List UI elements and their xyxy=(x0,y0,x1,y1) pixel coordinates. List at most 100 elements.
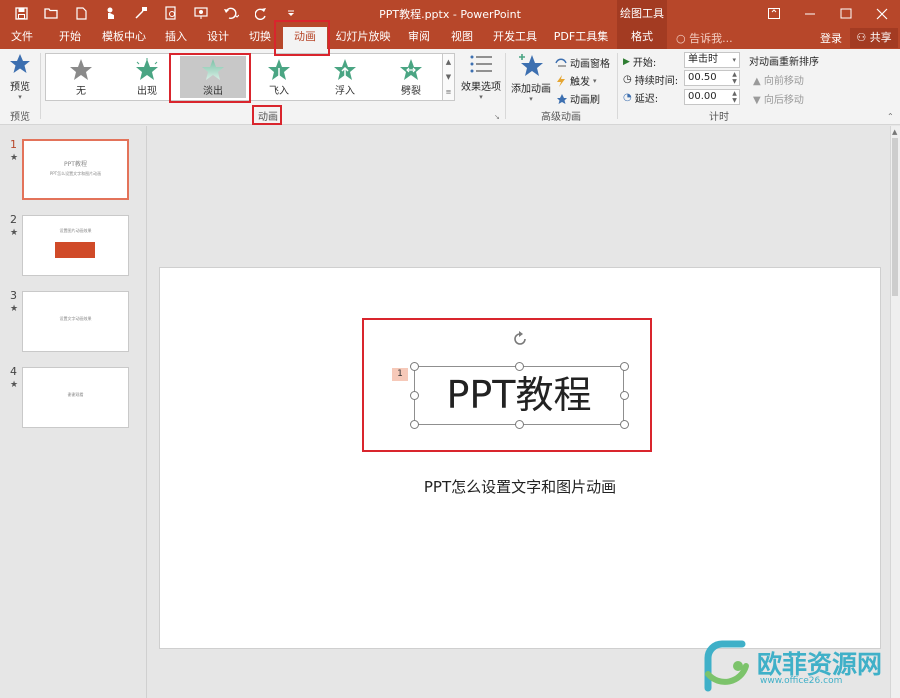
touch-mode-icon[interactable] xyxy=(96,4,126,22)
animation-gallery: 无 出现 淡出 飞入 浮入 劈裂 xyxy=(45,53,443,101)
slide-thumbnail-4[interactable]: 谢谢观看 xyxy=(22,367,129,428)
tell-me-box[interactable]: ○ 告诉我... xyxy=(676,30,733,46)
animation-pane-icon xyxy=(555,58,567,66)
resize-handle[interactable] xyxy=(620,391,629,400)
resize-handle[interactable] xyxy=(620,362,629,371)
format-painter-icon[interactable] xyxy=(126,4,156,22)
tab-review[interactable]: 审阅 xyxy=(400,27,438,49)
effect-options-button[interactable]: 效果选项 ▾ xyxy=(460,53,502,101)
preview-button[interactable]: 预览 ▾ xyxy=(4,53,36,101)
animation-order-tag[interactable]: 1 xyxy=(392,368,408,381)
preview-label: 预览 xyxy=(10,82,30,93)
anim-appear[interactable]: 出现 xyxy=(114,56,180,98)
tab-transitions[interactable]: 切换 xyxy=(242,27,278,49)
resize-handle[interactable] xyxy=(515,362,524,371)
resize-handle[interactable] xyxy=(410,362,419,371)
delay-value: 00.00 xyxy=(688,91,717,102)
collapse-ribbon-icon[interactable]: ⌃ xyxy=(887,112,894,121)
slideshow-icon[interactable] xyxy=(186,4,216,22)
tab-format[interactable]: 格式 xyxy=(617,27,667,49)
share-button[interactable]: ⚇ 共享 xyxy=(850,28,898,48)
redo-icon[interactable] xyxy=(246,4,276,22)
trigger-button[interactable]: 触发 ▾ xyxy=(555,73,597,88)
scroll-up-icon[interactable]: ▲ xyxy=(892,128,897,136)
tab-home[interactable]: 开始 xyxy=(50,27,90,49)
move-later-button[interactable]: ▼ 向后移动 xyxy=(753,91,804,106)
scroll-up-icon[interactable]: ▲ xyxy=(446,58,451,66)
tab-view[interactable]: 视图 xyxy=(443,27,481,49)
tab-design[interactable]: 设计 xyxy=(200,27,236,49)
anim-label: 淡出 xyxy=(203,86,223,97)
slide-thumbnail-1[interactable]: PPT教程 PPT怎么设置文字和图片动画 xyxy=(22,139,129,200)
undo-icon[interactable] xyxy=(216,4,246,22)
person-icon: ⚇ xyxy=(856,31,867,44)
customize-qat-icon[interactable] xyxy=(276,4,306,22)
tab-developer[interactable]: 开发工具 xyxy=(488,27,542,49)
dialog-launcher-icon[interactable]: ↘ xyxy=(494,113,500,121)
separator xyxy=(505,53,506,119)
add-animation-dropdown-icon: ▾ xyxy=(529,95,533,103)
resize-handle[interactable] xyxy=(410,391,419,400)
login-link[interactable]: 登录 xyxy=(820,30,842,46)
lightbulb-icon: ○ xyxy=(676,32,686,45)
arrow-up-icon: ▲ xyxy=(753,76,761,87)
separator xyxy=(40,53,41,119)
animation-painter-icon xyxy=(557,93,567,104)
duration-spinner[interactable]: ▲ ▼ xyxy=(730,71,739,85)
ribbon-display-icon[interactable] xyxy=(756,0,792,27)
start-label: 开始: xyxy=(632,58,657,69)
delay-input[interactable]: 00.00 ▲ ▼ xyxy=(684,89,740,105)
slide-canvas[interactable] xyxy=(159,267,881,649)
tab-pdf-tools[interactable]: PDF工具集 xyxy=(551,27,611,49)
print-preview-icon[interactable] xyxy=(156,4,186,22)
window-controls xyxy=(756,0,900,27)
tab-template-center[interactable]: 模板中心 xyxy=(96,27,152,49)
new-file-icon[interactable] xyxy=(66,4,96,22)
move-earlier-button[interactable]: ▲ 向前移动 xyxy=(753,72,804,87)
anim-split[interactable]: 劈裂 xyxy=(378,56,444,98)
duration-input[interactable]: 00.50 ▲ ▼ xyxy=(684,70,740,86)
anim-fade[interactable]: 淡出 xyxy=(180,56,246,98)
scroll-down-icon[interactable]: ▼ xyxy=(446,73,451,81)
resize-handle[interactable] xyxy=(410,420,419,429)
anim-label: 浮入 xyxy=(335,86,355,97)
slide-subtitle[interactable]: PPT怎么设置文字和图片动画 xyxy=(360,476,680,497)
start-select[interactable]: 单击时 ▾ xyxy=(684,52,740,68)
close-icon[interactable] xyxy=(864,0,900,27)
animation-pane-button[interactable]: 动画窗格 xyxy=(555,55,610,70)
effect-options-label: 效果选项 xyxy=(461,82,501,93)
open-folder-icon[interactable] xyxy=(36,4,66,22)
start-dropdown-icon[interactable]: ▾ xyxy=(732,53,736,67)
anim-fly-in[interactable]: 飞入 xyxy=(246,56,312,98)
slide-thumbnail-2[interactable]: 设置图片动画效果 xyxy=(22,215,129,276)
tab-insert[interactable]: 插入 xyxy=(158,27,194,49)
maximize-icon[interactable] xyxy=(828,0,864,27)
anim-label: 无 xyxy=(76,86,86,97)
scrollbar-thumb[interactable] xyxy=(892,138,898,296)
gallery-more-icon[interactable]: ≡ xyxy=(446,88,452,96)
duration-row: ◷ 持续时间: xyxy=(623,72,678,87)
reorder-title: 对动画重新排序 xyxy=(749,57,819,68)
group-label-animation: 动画 xyxy=(258,112,278,123)
resize-handle[interactable] xyxy=(620,420,629,429)
minimize-icon[interactable] xyxy=(792,0,828,27)
tab-slideshow[interactable]: 幻灯片放映 xyxy=(333,27,393,49)
slide-title[interactable]: PPT教程 xyxy=(414,366,624,425)
title-bar: PPT教程.pptx - PowerPoint 绘图工具 xyxy=(0,0,900,27)
slide-number: 3 xyxy=(10,289,17,302)
animation-painter-button[interactable]: 动画刷 xyxy=(555,91,600,106)
resize-handle[interactable] xyxy=(515,420,524,429)
add-animation-button[interactable]: 添加动画 ▾ xyxy=(509,53,553,103)
anim-none[interactable]: 无 xyxy=(48,56,114,98)
slide-thumbnail-3[interactable]: 设置文字动画效果 xyxy=(22,291,129,352)
anim-float-in[interactable]: 浮入 xyxy=(312,56,378,98)
rotate-handle-icon[interactable] xyxy=(511,330,529,348)
tab-animations[interactable]: 动画 xyxy=(283,27,327,49)
start-play-icon: ▶ xyxy=(623,56,630,67)
save-icon[interactable] xyxy=(6,4,36,22)
group-label-advanced: 高级动画 xyxy=(541,112,581,123)
tab-file[interactable]: 文件 xyxy=(2,27,42,49)
gallery-scroll[interactable]: ▲ ▼ ≡ xyxy=(443,53,455,101)
delay-spinner[interactable]: ▲ ▼ xyxy=(730,90,739,104)
start-value: 单击时 xyxy=(688,54,718,65)
